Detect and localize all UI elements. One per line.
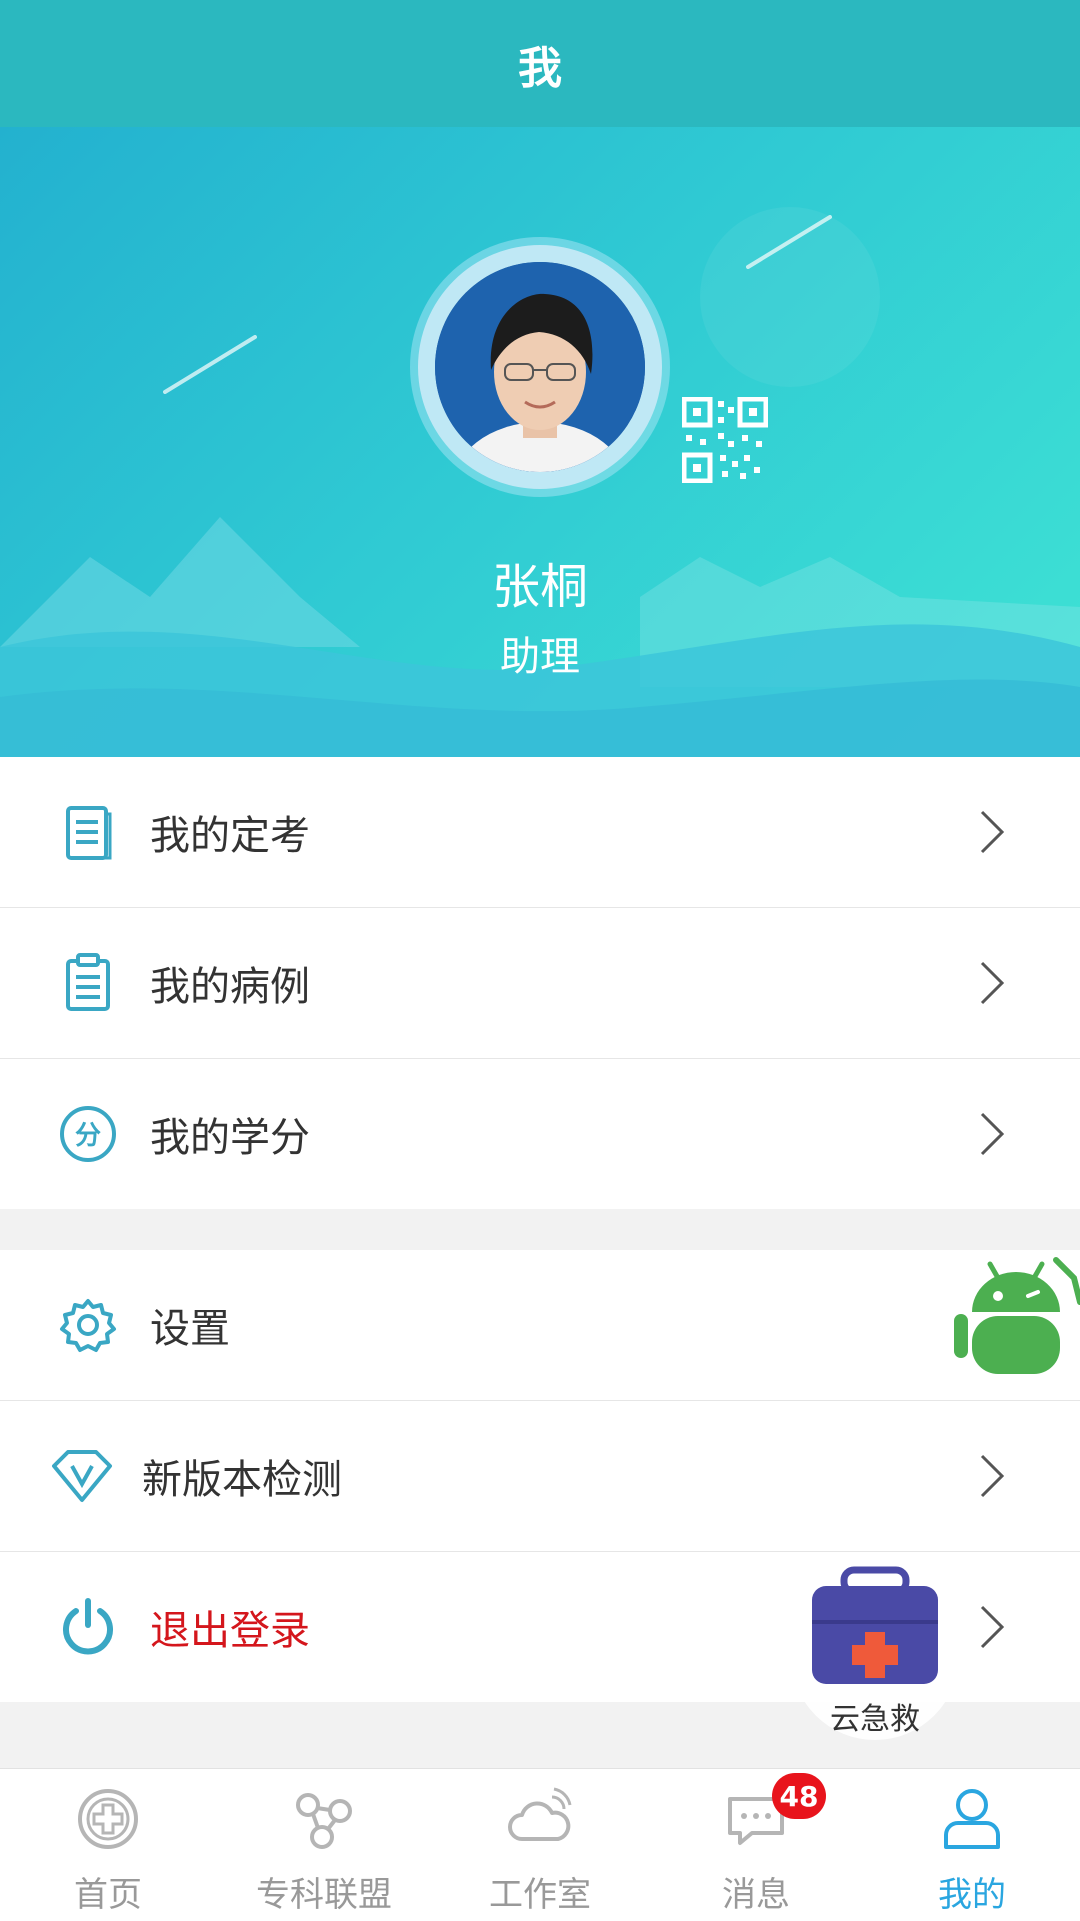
menu-item-label: 我的病例 xyxy=(150,964,310,1010)
qr-code-icon[interactable] xyxy=(682,397,768,483)
tab-me[interactable]: 我的 xyxy=(864,1769,1080,1921)
menu-item-version-check[interactable]: 新版本检测 xyxy=(0,1401,1080,1552)
menu-item-label: 新版本检测 xyxy=(142,1457,342,1503)
chevron-right-icon xyxy=(980,1605,1005,1649)
menu-item-exams[interactable]: 我的定考 xyxy=(0,757,1080,908)
menu-group-primary: 我的定考 我的病例 分 我的学分 xyxy=(0,757,1080,1209)
version-diamond-icon xyxy=(52,1450,112,1502)
tab-alliance[interactable]: 专科联盟 xyxy=(216,1769,432,1921)
menu-item-label: 退出登录 xyxy=(150,1608,310,1654)
avatar-photo xyxy=(435,262,645,472)
menu-item-settings[interactable]: 设置 xyxy=(0,1250,1080,1401)
alliance-nodes-icon xyxy=(296,1793,352,1849)
profile-role: 助理 xyxy=(500,634,580,680)
bottom-tab-bar: 首页 专科联盟 工作室 48 消息 我的 xyxy=(0,1768,1080,1921)
top-bar: 我 xyxy=(0,0,1080,127)
profile-name: 张桐 xyxy=(491,559,588,615)
tab-messages[interactable]: 48 消息 xyxy=(648,1769,864,1921)
gear-icon xyxy=(60,1299,116,1352)
tab-label: 消息 xyxy=(722,1875,790,1915)
tab-label: 我的 xyxy=(938,1875,1006,1915)
message-badge: 48 xyxy=(772,1773,826,1819)
tab-label: 首页 xyxy=(74,1875,142,1915)
avatar-ring[interactable] xyxy=(418,245,662,489)
power-icon xyxy=(63,1598,113,1655)
document-icon xyxy=(66,806,112,860)
chevron-right-icon xyxy=(980,1112,1005,1156)
cloud-rescue-button[interactable]: 云急救 xyxy=(790,1560,960,1744)
credit-fen-icon-text: 分 xyxy=(75,1121,101,1151)
chevron-right-icon xyxy=(980,961,1005,1005)
tab-label: 工作室 xyxy=(489,1875,591,1915)
menu-item-cases[interactable]: 我的病例 xyxy=(0,908,1080,1059)
menu-item-label: 我的学分 xyxy=(150,1115,310,1161)
cloud-studio-icon xyxy=(508,1787,572,1841)
profile-banner: 张桐 助理 xyxy=(0,127,1080,757)
clipboard-icon xyxy=(66,953,110,1011)
home-cross-icon xyxy=(78,1789,138,1849)
menu-item-label: 设置 xyxy=(150,1306,230,1352)
chevron-right-icon xyxy=(980,810,1005,854)
menu-item-label: 我的定考 xyxy=(150,813,310,859)
android-assistant-icon[interactable] xyxy=(952,1252,1080,1382)
cloud-rescue-label: 云急救 xyxy=(830,1702,920,1737)
tab-label: 专科联盟 xyxy=(256,1875,392,1915)
user-icon xyxy=(944,1789,1000,1849)
credit-fen-icon: 分 xyxy=(60,1106,116,1162)
avatar[interactable] xyxy=(435,262,645,472)
tab-studio[interactable]: 工作室 xyxy=(432,1769,648,1921)
tab-home[interactable]: 首页 xyxy=(0,1769,216,1921)
menu-item-credits[interactable]: 分 我的学分 xyxy=(0,1059,1080,1209)
chevron-right-icon xyxy=(980,1454,1005,1498)
page-title: 我 xyxy=(518,42,562,94)
